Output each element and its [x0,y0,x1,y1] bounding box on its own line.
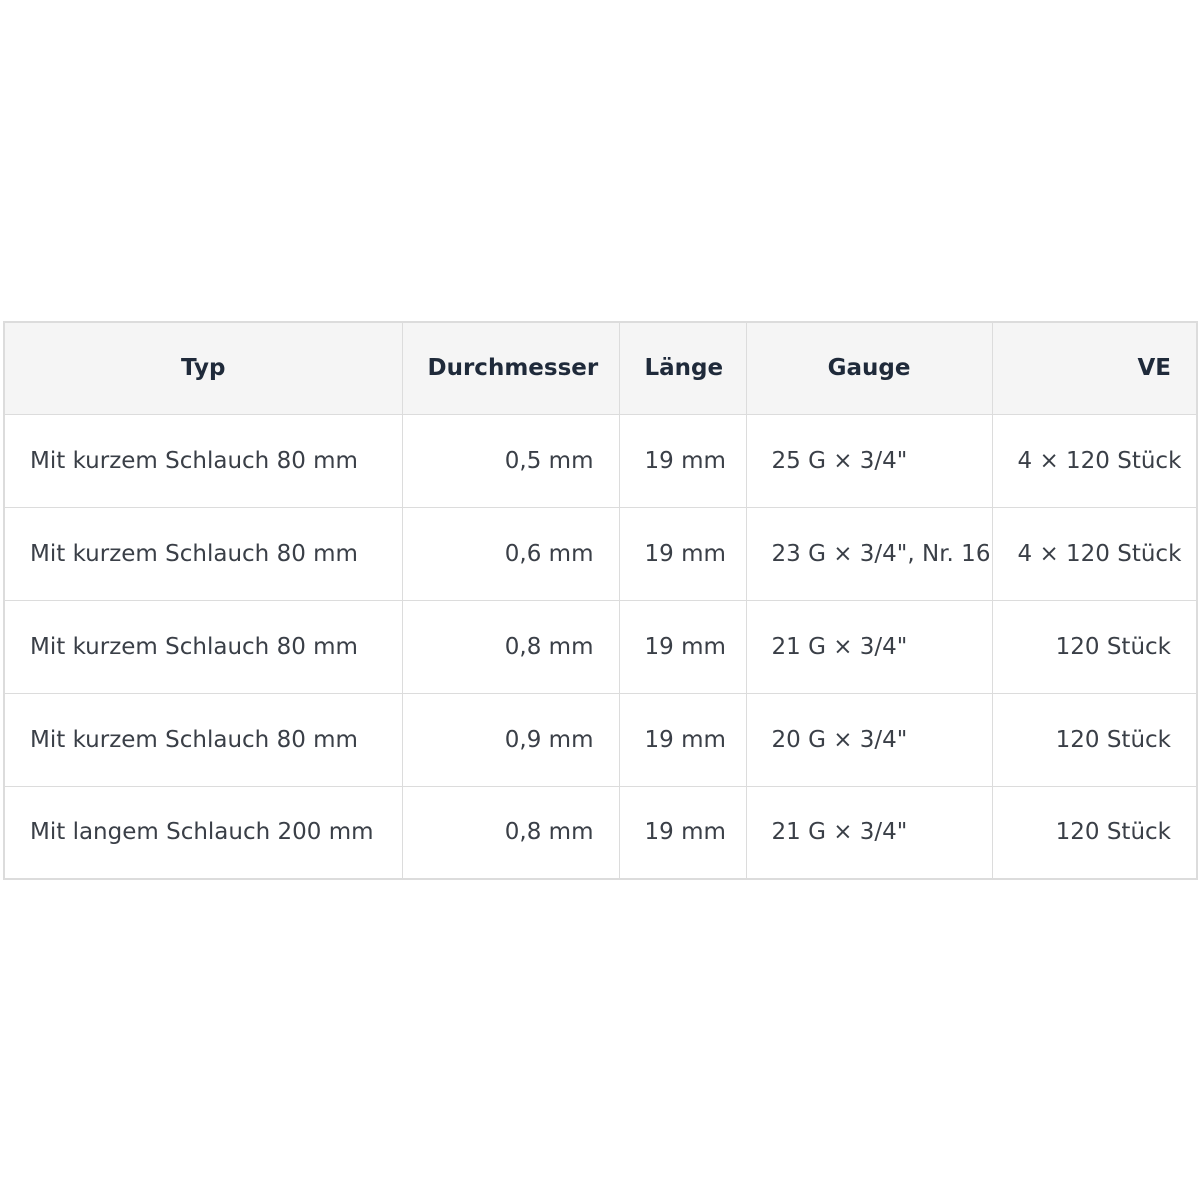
cell-ve: 120 Stück [991,599,1198,694]
header-durchmesser: Durchmesser [401,321,620,415]
cell-laenge: 19 mm [618,692,747,787]
cell-gauge: 25 G × 3/4" [745,413,993,508]
cell-ve: 4 × 120 Stück [991,506,1198,601]
header-ve: VE [991,321,1198,415]
cell-durchmesser: 0,8 mm [401,785,620,880]
cell-laenge: 19 mm [618,785,747,880]
cell-typ: Mit kurzem Schlauch 80 mm [3,599,403,694]
cell-ve: 4 × 120 Stück [991,413,1198,508]
cell-laenge: 19 mm [618,413,747,508]
cell-durchmesser: 0,9 mm [401,692,620,787]
header-gauge: Gauge [745,321,993,415]
header-laenge: Länge [618,321,747,415]
cell-laenge: 19 mm [618,506,747,601]
table-header: Typ Durchmesser Länge Gauge VE [3,321,1198,415]
header-row: Typ Durchmesser Länge Gauge VE [3,321,1198,415]
table-row: Mit kurzem Schlauch 80 mm 0,5 mm 19 mm 2… [3,413,1198,508]
cell-gauge: 21 G × 3/4" [745,785,993,880]
cell-durchmesser: 0,8 mm [401,599,620,694]
cell-durchmesser: 0,5 mm [401,413,620,508]
cell-typ: Mit kurzem Schlauch 80 mm [3,506,403,601]
table-body: Mit kurzem Schlauch 80 mm 0,5 mm 19 mm 2… [3,413,1198,880]
cell-gauge: 21 G × 3/4" [745,599,993,694]
cell-typ: Mit kurzem Schlauch 80 mm [3,692,403,787]
cell-laenge: 19 mm [618,599,747,694]
cell-typ: Mit kurzem Schlauch 80 mm [3,413,403,508]
table-row: Mit kurzem Schlauch 80 mm 0,8 mm 19 mm 2… [3,599,1198,694]
cell-durchmesser: 0,6 mm [401,506,620,601]
spec-table: Typ Durchmesser Länge Gauge VE Mit kurze… [3,321,1198,880]
table-row: Mit langem Schlauch 200 mm 0,8 mm 19 mm … [3,785,1198,880]
table-row: Mit kurzem Schlauch 80 mm 0,9 mm 19 mm 2… [3,692,1198,787]
spec-table-container: Typ Durchmesser Länge Gauge VE Mit kurze… [3,321,1198,880]
cell-ve: 120 Stück [991,692,1198,787]
cell-typ: Mit langem Schlauch 200 mm [3,785,403,880]
header-typ: Typ [3,321,403,415]
cell-gauge: 23 G × 3/4", Nr. 16 [745,506,993,601]
table-row: Mit kurzem Schlauch 80 mm 0,6 mm 19 mm 2… [3,506,1198,601]
cell-gauge: 20 G × 3/4" [745,692,993,787]
cell-ve: 120 Stück [991,785,1198,880]
